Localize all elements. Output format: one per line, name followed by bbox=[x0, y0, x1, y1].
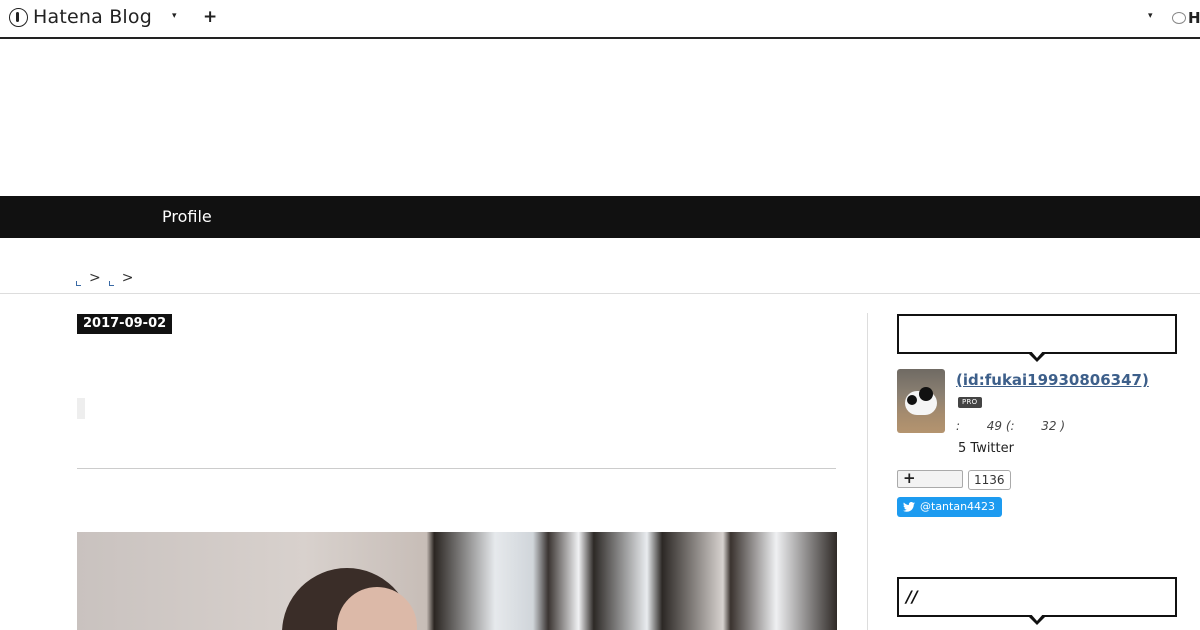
follow-label: @tantan4423 bbox=[920, 500, 996, 513]
twitter-followers: 5 Twitter bbox=[958, 441, 1014, 456]
blog-header bbox=[0, 39, 1200, 196]
breadcrumb-separator: > bbox=[121, 270, 134, 286]
breadcrumb-category-link[interactable] bbox=[108, 280, 114, 286]
pro-badge: PRO bbox=[958, 397, 982, 408]
module-title-text: // bbox=[906, 587, 918, 606]
article-title[interactable] bbox=[77, 398, 85, 419]
breadcrumb: > > bbox=[76, 270, 141, 286]
article-hero-image bbox=[77, 532, 837, 630]
profile-stats: : 49 (: 32 ) bbox=[956, 419, 1066, 433]
top-navbar: Hatena Blog ▾ + ▾ H bbox=[0, 0, 1200, 39]
breadcrumb-separator: > bbox=[89, 270, 101, 286]
speech-arrow bbox=[1027, 613, 1047, 625]
hatena-bookmark-button[interactable]: + bbox=[897, 469, 963, 488]
chevron-down-icon[interactable]: ▾ bbox=[172, 11, 177, 21]
right-logo[interactable]: H bbox=[1172, 9, 1200, 27]
add-icon[interactable]: + bbox=[203, 7, 217, 27]
profile-id-link[interactable]: (id:fukai19930806347) bbox=[956, 371, 1149, 389]
profile-module-title bbox=[897, 314, 1177, 362]
right-logo-text: H bbox=[1188, 9, 1200, 27]
avatar[interactable] bbox=[897, 369, 945, 433]
content-divider bbox=[77, 468, 836, 469]
logo-text: Hatena Blog bbox=[33, 6, 152, 28]
breadcrumb-home-link[interactable] bbox=[76, 280, 81, 286]
second-module-title: // bbox=[897, 577, 1177, 625]
nav-profile-link[interactable]: Profile bbox=[162, 207, 212, 226]
user-menu-chevron-icon[interactable]: ▾ bbox=[1148, 11, 1153, 21]
cat-patch bbox=[919, 387, 933, 401]
article-date[interactable]: 2017-09-02 bbox=[77, 314, 173, 334]
cat-patch bbox=[907, 395, 917, 405]
global-nav: Profile bbox=[0, 196, 1200, 238]
cloud-icon bbox=[1172, 12, 1186, 24]
speech-arrow bbox=[1027, 350, 1047, 362]
twitter-bird-icon bbox=[903, 502, 915, 512]
plus-icon: + bbox=[903, 469, 916, 487]
hatena-logo-icon bbox=[9, 7, 28, 27]
twitter-follow-button[interactable]: @tantan4423 bbox=[897, 497, 1003, 517]
bookmark-count[interactable]: 1136 bbox=[968, 470, 1011, 490]
sidebar-divider bbox=[867, 313, 868, 630]
breadcrumb-divider bbox=[0, 293, 1200, 294]
hatena-blog-logo[interactable]: Hatena Blog bbox=[9, 6, 152, 28]
